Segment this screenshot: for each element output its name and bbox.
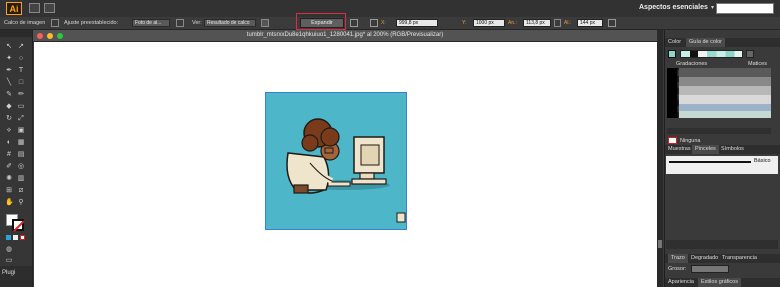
- tracing-panel-icon[interactable]: [51, 19, 59, 27]
- x-label: X:: [381, 20, 386, 26]
- scale-icon[interactable]: ⤢: [17, 115, 25, 123]
- vertical-scrollbar[interactable]: [657, 30, 663, 287]
- artboard-tool-icon[interactable]: ⊞: [5, 187, 13, 195]
- gradations-label: Gradaciones: [676, 61, 708, 67]
- weight-stepper[interactable]: [691, 265, 729, 273]
- none-label: Ninguna: [680, 138, 701, 144]
- scrollbar-thumb[interactable]: [658, 240, 662, 248]
- person-at-computer-illustration: [286, 118, 406, 223]
- lasso-icon[interactable]: ○: [17, 55, 25, 63]
- view-options-icon[interactable]: [261, 19, 269, 27]
- preset-dropdown[interactable]: Foto de al...: [132, 19, 170, 27]
- pencil-icon[interactable]: ✏: [17, 91, 25, 99]
- blend-tool-icon[interactable]: ◎: [17, 163, 25, 171]
- gradient-tool-icon[interactable]: ▤: [17, 151, 25, 159]
- shape-builder-icon[interactable]: ◐: [5, 139, 13, 147]
- tab-graphic-styles[interactable]: Estilos gráficos: [698, 278, 741, 287]
- view-label: Ver:: [192, 20, 202, 26]
- tab-stroke[interactable]: Trazo: [668, 254, 688, 263]
- mesh-icon[interactable]: #: [5, 151, 13, 159]
- bridge-icon[interactable]: [29, 3, 40, 13]
- tab-symbols[interactable]: Símbolos: [721, 146, 744, 152]
- symbol-sprayer-icon[interactable]: ✺: [5, 175, 13, 183]
- selection-tool-icon[interactable]: ↖: [5, 43, 13, 51]
- direct-selection-tool-icon[interactable]: ↗: [17, 43, 25, 51]
- brush-basic-label[interactable]: Básico: [754, 158, 771, 164]
- harmony-strip[interactable]: [680, 50, 743, 58]
- tab-swatches[interactable]: Muestras: [668, 146, 691, 152]
- gradient-mode-icon[interactable]: [13, 235, 18, 240]
- line-tool-icon[interactable]: ╲: [5, 79, 13, 87]
- traced-artwork-image[interactable]: [265, 92, 407, 230]
- rectangle-tool-icon[interactable]: □: [17, 79, 25, 87]
- base-color-swatch[interactable]: [668, 50, 676, 58]
- y-label: Y:: [462, 20, 467, 26]
- x-field[interactable]: 999,8 px: [396, 19, 438, 27]
- width-tool-icon[interactable]: ⟡: [5, 127, 13, 135]
- align-icon[interactable]: [350, 19, 358, 27]
- shades-label: Matices: [748, 61, 767, 67]
- tab-color[interactable]: Color: [668, 39, 681, 45]
- illustrator-logo: Ai: [6, 2, 22, 15]
- tool-name-label: Calco de imagen: [4, 20, 46, 26]
- tab-gradient[interactable]: Degradado: [691, 255, 718, 261]
- stroke-swatch[interactable]: [12, 219, 25, 232]
- view-dropdown[interactable]: Resultado de calco: [204, 19, 256, 27]
- hand-tool-icon[interactable]: ✋: [5, 199, 14, 207]
- brush-panel-empty: [666, 174, 778, 240]
- height-label: Al.:: [564, 20, 572, 26]
- none-mode-icon[interactable]: [20, 235, 25, 240]
- brush-panel-footer: [666, 240, 778, 249]
- magic-wand-icon[interactable]: ✦: [5, 55, 13, 63]
- column-graph-icon[interactable]: ▥: [17, 175, 25, 183]
- eyedropper-icon[interactable]: ✐: [5, 163, 13, 171]
- width-label: An.:: [508, 20, 517, 26]
- document-title: tumblr_mtsrxxDu8e1qhkuiuo1_1280041.jpg* …: [246, 32, 444, 38]
- screen-mode-icon[interactable]: ▭: [5, 257, 13, 265]
- chevron-down-icon[interactable]: ▾: [711, 4, 714, 11]
- color-mode-icon[interactable]: [6, 235, 11, 240]
- search-input[interactable]: [716, 3, 774, 14]
- color-guide-grid[interactable]: [667, 68, 771, 118]
- reference-point-icon[interactable]: [370, 19, 378, 27]
- brush-basic-stroke[interactable]: [669, 161, 751, 163]
- eraser-icon[interactable]: ▭: [17, 103, 25, 111]
- transform-icon[interactable]: [608, 19, 616, 27]
- rotate-icon[interactable]: ↻: [5, 115, 13, 123]
- plugin-label[interactable]: Plugi: [2, 270, 15, 276]
- type-tool-icon[interactable]: T: [17, 67, 25, 75]
- none-swatch[interactable]: [668, 137, 677, 144]
- tab-transparency[interactable]: Transparencia: [722, 255, 757, 261]
- weight-label: Grosor:: [668, 266, 687, 272]
- arrange-documents-icon[interactable]: [44, 3, 55, 13]
- tab-color-guide[interactable]: Guía de color: [686, 38, 726, 47]
- perspective-grid-icon[interactable]: ▦: [17, 139, 25, 147]
- preset-label: Ajuste preestablecido:: [64, 20, 119, 26]
- pen-tool-icon[interactable]: ✒: [5, 67, 13, 75]
- blob-brush-icon[interactable]: ◆: [5, 103, 13, 111]
- tools-panel-header: [0, 30, 32, 37]
- tab-appearance[interactable]: Apariencia: [668, 279, 694, 285]
- preset-menu-icon[interactable]: [176, 19, 184, 27]
- free-transform-icon[interactable]: ▣: [17, 127, 25, 135]
- draw-mode-icon[interactable]: ◍: [5, 246, 13, 254]
- paintbrush-icon[interactable]: ✎: [5, 91, 13, 99]
- expand-highlight-annotation: [296, 13, 346, 30]
- zoom-tool-icon[interactable]: ⚲: [17, 199, 25, 207]
- workspace-switcher[interactable]: Aspectos esenciales: [639, 4, 708, 11]
- height-field[interactable]: 144 px: [577, 19, 603, 27]
- slice-tool-icon[interactable]: ⧄: [17, 187, 25, 195]
- link-icon[interactable]: [554, 19, 561, 27]
- tab-brushes[interactable]: Pinceles: [692, 145, 719, 154]
- width-field[interactable]: 113,8 px: [523, 19, 551, 27]
- color-guide-footer: [667, 128, 771, 134]
- y-field[interactable]: 1000 px: [473, 19, 505, 27]
- harmony-menu-icon[interactable]: [746, 50, 754, 58]
